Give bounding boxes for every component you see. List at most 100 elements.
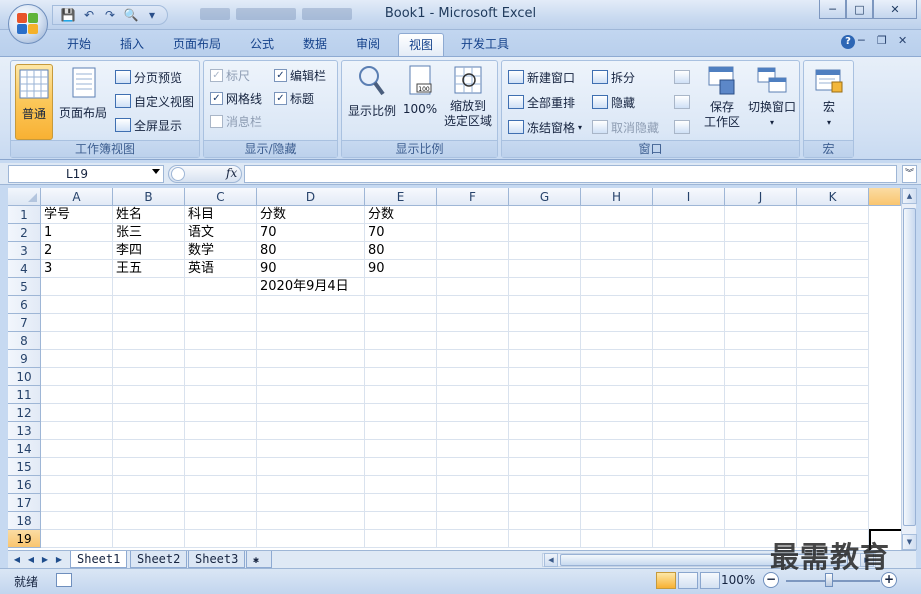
page-break-preview-button[interactable]: 分页预览: [115, 67, 182, 87]
column-header-g[interactable]: G: [509, 188, 581, 206]
cell-e3[interactable]: 80: [365, 242, 385, 260]
zoom-to-selection-button[interactable]: 缩放到 选定区域: [442, 64, 494, 129]
row-header-3[interactable]: 3: [8, 242, 41, 260]
tab-formulas[interactable]: 公式: [240, 33, 284, 56]
gridlines-checkbox[interactable]: ✓ 网格线: [210, 88, 262, 108]
row-header-17[interactable]: 17: [8, 494, 41, 512]
zoom-button[interactable]: 显示比例: [346, 64, 398, 119]
row-header-5[interactable]: 5: [8, 278, 41, 296]
scroll-up-icon[interactable]: ▲: [902, 188, 917, 204]
row-header-16[interactable]: 16: [8, 476, 41, 494]
select-all-corner[interactable]: [8, 188, 41, 206]
column-header-a[interactable]: A: [41, 188, 113, 206]
row-header-15[interactable]: 15: [8, 458, 41, 476]
column-header-e[interactable]: E: [365, 188, 437, 206]
cell-b3[interactable]: 李四: [113, 242, 142, 260]
zoom-slider-track[interactable]: [786, 580, 880, 582]
switch-windows-button[interactable]: 切换窗口 ▾: [744, 64, 800, 130]
tab-developer[interactable]: 开发工具: [452, 33, 518, 56]
ribbon-restore-icon[interactable]: ❐: [877, 34, 887, 47]
normal-view-button[interactable]: 普通: [15, 64, 53, 140]
cell-c1[interactable]: 科目: [185, 206, 214, 224]
row-header-11[interactable]: 11: [8, 386, 41, 404]
freeze-panes-button[interactable]: 冻结窗格 ▾: [508, 117, 582, 137]
last-sheet-icon[interactable]: ▶: [53, 553, 65, 566]
sync-scroll-button[interactable]: [674, 92, 690, 112]
column-header-j[interactable]: J: [725, 188, 797, 206]
next-sheet-icon[interactable]: ▶: [39, 553, 51, 566]
row-header-7[interactable]: 7: [8, 314, 41, 332]
normal-view-status-icon[interactable]: [656, 572, 676, 589]
column-header-k[interactable]: K: [797, 188, 869, 206]
formula-bar-checkbox[interactable]: ✓ 编辑栏: [274, 65, 326, 85]
page-layout-status-icon[interactable]: [678, 572, 698, 589]
office-button[interactable]: [8, 4, 48, 44]
column-header-h[interactable]: H: [581, 188, 653, 206]
new-window-button[interactable]: 新建窗口: [508, 67, 575, 87]
vertical-scroll-thumb[interactable]: [903, 208, 916, 526]
column-header-d[interactable]: D: [257, 188, 365, 206]
row-header-10[interactable]: 10: [8, 368, 41, 386]
unhide-button[interactable]: 取消隐藏: [592, 117, 659, 137]
reset-position-button[interactable]: [674, 117, 690, 137]
help-icon[interactable]: ?: [841, 35, 855, 49]
insert-function-icon[interactable]: fx: [226, 166, 237, 180]
tab-view[interactable]: 视图: [398, 33, 444, 56]
ruler-checkbox[interactable]: ✓ 标尺: [210, 65, 250, 85]
page-break-status-icon[interactable]: [700, 572, 720, 589]
ribbon-minimize-icon[interactable]: ─: [858, 34, 865, 47]
cell-a3[interactable]: 2: [41, 242, 52, 260]
sheet-tab-3[interactable]: Sheet3: [188, 551, 246, 568]
sheet-tab-2[interactable]: Sheet2: [130, 551, 188, 568]
minimize-button[interactable]: ─: [819, 0, 846, 19]
insert-sheet-button[interactable]: ✱: [246, 551, 272, 568]
row-header-12[interactable]: 12: [8, 404, 41, 422]
row-header-8[interactable]: 8: [8, 332, 41, 350]
save-workspace-button[interactable]: 保存 工作区: [700, 64, 744, 130]
cell-e1[interactable]: 分数: [365, 206, 394, 224]
custom-views-button[interactable]: 自定义视图: [115, 91, 194, 111]
cell-d5[interactable]: 2020年9月4日: [257, 278, 349, 296]
prev-sheet-icon[interactable]: ◀: [25, 553, 37, 566]
row-header-1[interactable]: 1: [8, 206, 41, 224]
record-macro-icon[interactable]: [56, 573, 72, 587]
zoom-100-button[interactable]: 100 100%: [400, 64, 440, 116]
name-box-dropdown-icon[interactable]: [152, 169, 160, 174]
cell-a2[interactable]: 1: [41, 224, 52, 242]
cell-d1[interactable]: 分数: [257, 206, 286, 224]
cell-b4[interactable]: 王五: [113, 260, 142, 278]
ribbon-close-icon[interactable]: ✕: [898, 34, 907, 47]
tab-page-layout[interactable]: 页面布局: [166, 33, 228, 56]
full-screen-button[interactable]: 全屏显示: [115, 115, 182, 135]
cell-e2[interactable]: 70: [365, 224, 385, 242]
sheet-tab-1[interactable]: Sheet1: [70, 551, 128, 568]
cell-c3[interactable]: 数学: [185, 242, 214, 260]
cell-b1[interactable]: 姓名: [113, 206, 142, 224]
cell-c2[interactable]: 语文: [185, 224, 214, 242]
formula-bar-expand-icon[interactable]: ︾: [902, 165, 917, 183]
cell-a1[interactable]: 学号: [41, 206, 70, 224]
row-header-6[interactable]: 6: [8, 296, 41, 314]
tab-data[interactable]: 数据: [293, 33, 337, 56]
headings-checkbox[interactable]: ✓ 标题: [274, 88, 314, 108]
column-header-i[interactable]: I: [653, 188, 725, 206]
row-header-4[interactable]: 4: [8, 260, 41, 278]
zoom-level[interactable]: 100%: [721, 573, 755, 587]
hide-button[interactable]: 隐藏: [592, 92, 635, 112]
worksheet-grid[interactable]: ABCDEFGHIJK 1 2 3 4 5 6 7 8 9 10 11 12 13 14 15 16 17 18 1…: [8, 188, 901, 550]
row-header-18[interactable]: 18: [8, 512, 41, 530]
row-header-19[interactable]: 19: [8, 530, 41, 548]
column-header-f[interactable]: F: [437, 188, 509, 206]
row-header-2[interactable]: 2: [8, 224, 41, 242]
tab-review[interactable]: 审阅: [346, 33, 390, 56]
cell-d2[interactable]: 70: [257, 224, 277, 242]
cell-b2[interactable]: 张三: [113, 224, 142, 242]
view-side-by-side-button[interactable]: [674, 67, 690, 87]
row-header-13[interactable]: 13: [8, 422, 41, 440]
column-header-b[interactable]: B: [113, 188, 185, 206]
first-sheet-icon[interactable]: ◀: [11, 553, 23, 566]
maximize-button[interactable]: □: [846, 0, 873, 19]
cell-e4[interactable]: 90: [365, 260, 385, 278]
column-header-l-partial[interactable]: [869, 188, 901, 206]
cell-d4[interactable]: 90: [257, 260, 277, 278]
